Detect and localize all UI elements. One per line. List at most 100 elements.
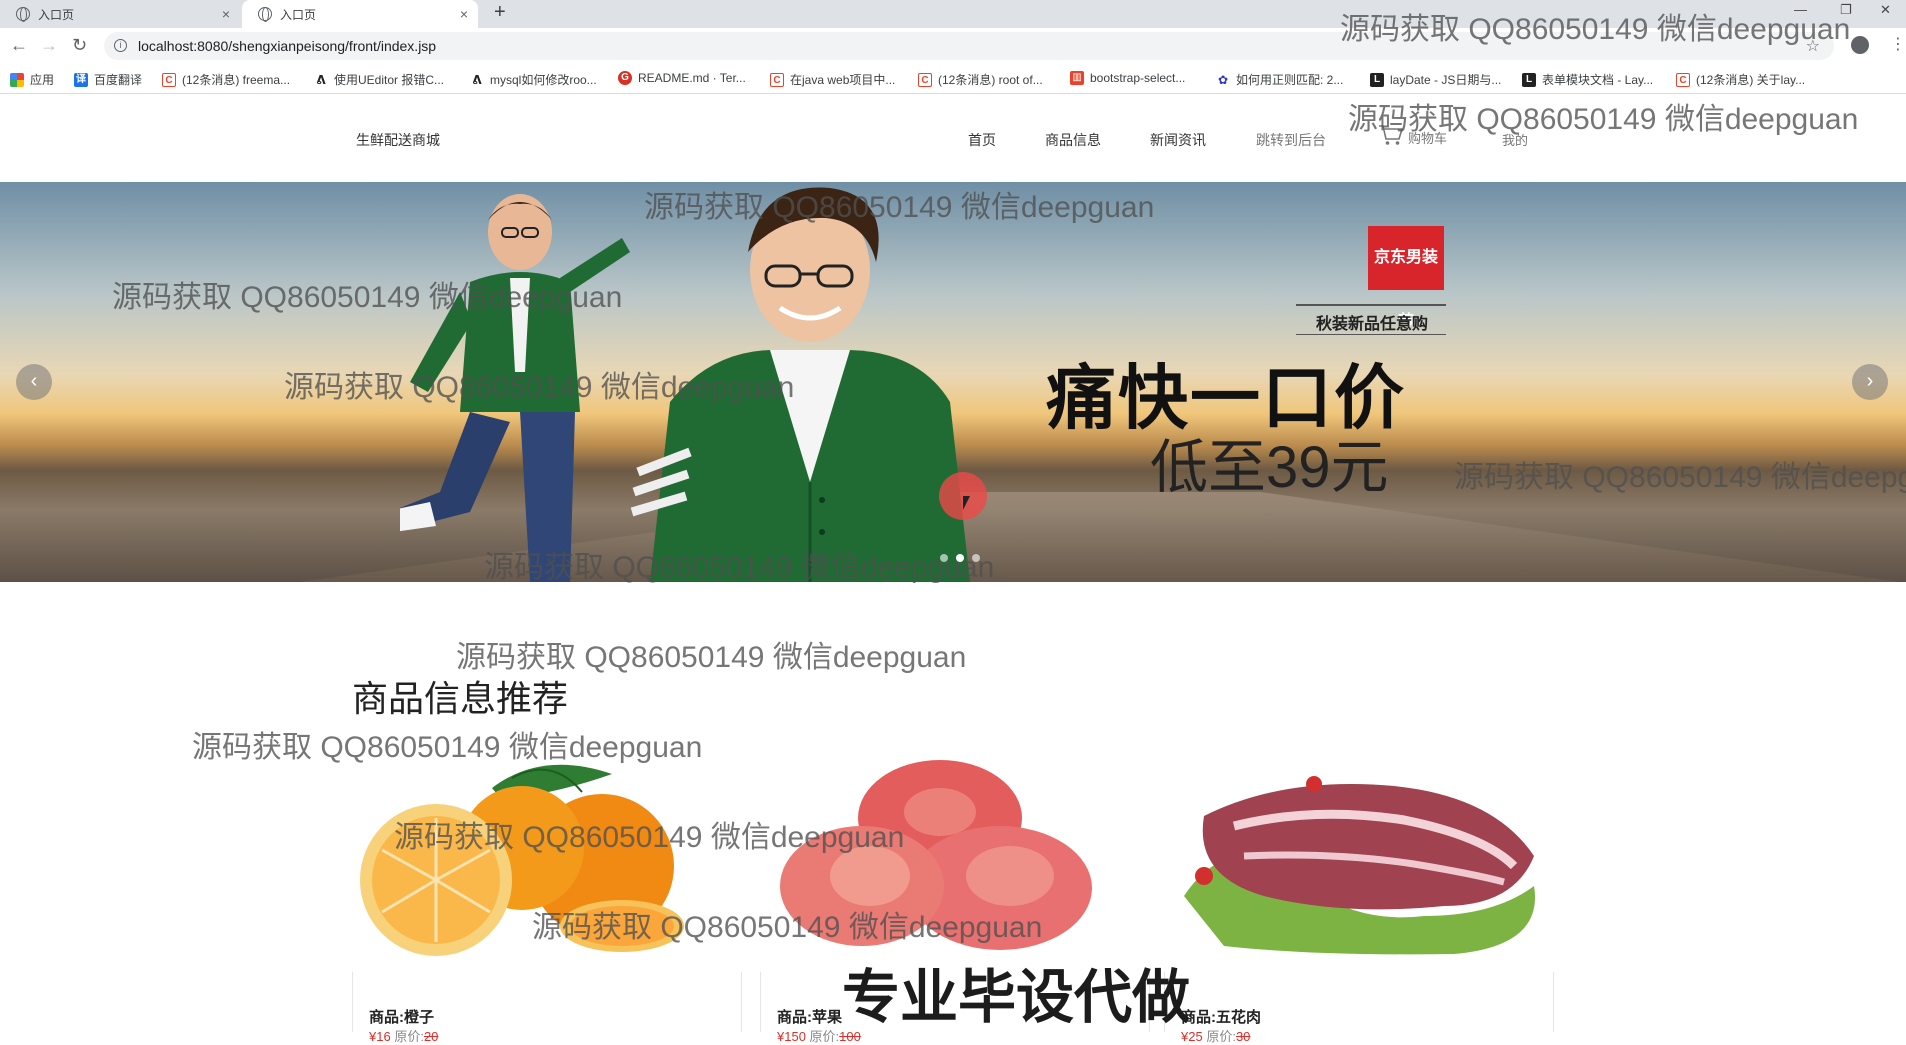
bookmark-item[interactable]: 应用 <box>10 71 54 88</box>
bookmark-item[interactable]: L layDate - JS日期与... <box>1370 71 1501 88</box>
shopping-cart-icon <box>1379 125 1404 145</box>
product-orig-price: 30 <box>1235 1029 1251 1044</box>
bookmark-label: layDate - JS日期与... <box>1390 73 1502 87</box>
bookmark-item[interactable]: ᕕ 使用UEditor 报错C... <box>314 71 444 88</box>
window-close-icon[interactable]: ✕ <box>1880 2 1891 18</box>
carousel-indicators[interactable] <box>940 554 980 562</box>
product-name[interactable]: 商品:橙子 <box>369 1006 434 1027</box>
product-name[interactable]: 商品:苹果 <box>777 1006 842 1027</box>
url-text[interactable]: localhost:8080/shengxianpeisong/front/in… <box>138 38 436 54</box>
banner-model-image <box>630 187 970 582</box>
bookmark-label: (12条消息) 关于lay... <box>1696 73 1806 87</box>
product-orig-price: 20 <box>423 1029 439 1044</box>
bookmark-label: 百度翻译 <box>94 73 143 87</box>
bookmark-label: bootstrap-select... <box>1090 71 1186 85</box>
tab-close-icon[interactable]: × <box>222 6 230 22</box>
layui-icon: L <box>1370 72 1384 87</box>
new-tab-button[interactable]: + <box>494 1 506 24</box>
link-icon: ᕕ <box>470 72 484 87</box>
nav-cart[interactable]: 购物车 <box>1378 123 1447 147</box>
bookmark-label: 在java web项目中... <box>790 73 896 87</box>
product-image-orange <box>360 764 684 956</box>
promo-divider <box>1296 334 1446 335</box>
bookmark-star-icon[interactable]: ☆ <box>1806 36 1820 56</box>
mouse-cursor-icon <box>963 496 970 510</box>
bookmark-item[interactable]: ✿ 如何用正则匹配: 2... <box>1216 71 1343 88</box>
bookmark-item[interactable]: C (12条消息) freema... <box>162 71 290 88</box>
menu-kebab-icon[interactable]: ⋮ <box>1890 34 1906 54</box>
globe-icon <box>16 7 30 22</box>
globe-icon <box>258 7 272 22</box>
browser-toolbar: ← → ↻ i localhost:8080/shengxianpeisong/… <box>0 28 1906 64</box>
baidu-paw-icon: ✿ <box>1216 72 1230 87</box>
bookmark-label: (12条消息) root of... <box>938 73 1043 87</box>
tab-title: 入口页 <box>280 7 317 22</box>
bookmarks-bar: 应用 译 百度翻译 C (12条消息) freema... ᕕ 使用UEdito… <box>0 64 1906 94</box>
forward-icon[interactable]: → <box>40 36 58 54</box>
bookmark-item[interactable]: C (12条消息) 关于lay... <box>1676 71 1805 88</box>
carousel-prev-icon[interactable]: ‹ <box>16 364 52 400</box>
product-card[interactable]: 商品:橙子 ¥16 原价:20 <box>352 756 742 1044</box>
product-name[interactable]: 商品:五花肉 <box>1181 1006 1261 1027</box>
bookmark-label: mysql如何修改roo... <box>490 73 597 87</box>
site-header: 生鲜配送商城 首页 商品信息 新闻资讯 跳转到后台 购物车 我的 <box>0 95 1906 182</box>
bookmark-label: README.md · Ter... <box>638 71 746 85</box>
nav-mine[interactable]: 我的 <box>1502 130 1528 149</box>
bookmark-item[interactable]: 译 百度翻译 <box>74 71 142 88</box>
back-icon[interactable]: ← <box>10 36 28 54</box>
banner-carousel[interactable]: 京东男装节 秋装新品任意购 痛快一口价 低至39元 ‹ › <box>0 182 1906 582</box>
watermark-big-text: 专业毕设代做 <box>842 965 1191 1030</box>
bookmark-label: (12条消息) freema... <box>182 73 291 87</box>
csdn-icon: C <box>162 72 176 87</box>
tab-title: 入口页 <box>38 7 75 22</box>
csdn-icon: C <box>770 72 784 87</box>
product-info: 商品:五花肉 ¥25 原价:30 <box>1164 972 1554 1044</box>
carousel-next-icon[interactable]: › <box>1852 364 1888 400</box>
bookmark-item[interactable]: G README.md · Ter... <box>618 71 746 85</box>
layui-icon: L <box>1522 72 1536 87</box>
browser-tab-2[interactable]: 入口页 × <box>242 0 478 28</box>
product-image-pork <box>1184 776 1535 955</box>
address-bar[interactable]: i localhost:8080/shengxianpeisong/front/… <box>104 32 1834 60</box>
product-orig-label: 原价: <box>394 1029 424 1044</box>
nav-home[interactable]: 首页 <box>968 130 996 150</box>
promo-badge: 京东男装节 <box>1368 226 1444 330</box>
bookmark-label: 表单模块文档 - Lay... <box>1542 73 1654 87</box>
bookmark-item[interactable]: ▥ bootstrap-select... <box>1070 71 1185 85</box>
carousel-dot[interactable] <box>956 554 964 562</box>
product-prices: ¥16 原价:20 <box>369 1026 438 1045</box>
site-info-icon[interactable]: i <box>114 39 127 52</box>
tab-close-icon[interactable]: × <box>460 6 468 22</box>
minimize-icon[interactable]: — <box>1794 2 1807 17</box>
nav-products[interactable]: 商品信息 <box>1045 130 1101 150</box>
bookmark-item[interactable]: L 表单模块文档 - Lay... <box>1522 71 1653 88</box>
product-prices: ¥25 原价:30 <box>1181 1026 1250 1045</box>
product-orig-label: 原价: <box>809 1029 840 1044</box>
cart-label: 购物车 <box>1408 131 1448 146</box>
product-image-apple <box>780 760 1092 950</box>
apps-grid-icon <box>10 72 24 87</box>
section-title: 商品信息推荐 <box>352 678 569 719</box>
browser-tab-1[interactable]: 入口页 × <box>0 0 240 28</box>
promo-divider <box>1296 304 1446 306</box>
restore-icon[interactable]: ❐ <box>1840 2 1852 18</box>
carousel-dot[interactable] <box>972 554 980 562</box>
nav-news[interactable]: 新闻资讯 <box>1150 130 1206 150</box>
site-brand[interactable]: 生鲜配送商城 <box>356 130 440 150</box>
bookmark-item[interactable]: ᕕ mysql如何修改roo... <box>470 71 597 88</box>
promo-price: 低至39元 <box>1150 435 1389 500</box>
link-icon: ᕕ <box>314 72 328 87</box>
bookmark-label: 如何用正则匹配: 2... <box>1236 73 1344 87</box>
bookmark-label: 应用 <box>30 73 55 87</box>
reload-icon[interactable]: ↻ <box>72 36 87 54</box>
bookmark-item[interactable]: C (12条消息) root of... <box>918 71 1043 88</box>
profile-avatar-icon[interactable] <box>1851 36 1869 54</box>
csdn-icon: C <box>918 72 932 87</box>
bookmark-icon: ▥ <box>1070 71 1084 85</box>
carousel-dot[interactable] <box>940 554 948 562</box>
product-card[interactable]: 商品:五花肉 ¥25 原价:30 <box>1164 756 1554 1044</box>
nav-admin[interactable]: 跳转到后台 <box>1256 130 1326 150</box>
banner-model-image <box>400 194 630 582</box>
bookmark-label: 使用UEditor 报错C... <box>334 73 445 87</box>
bookmark-item[interactable]: C 在java web项目中... <box>770 71 895 88</box>
